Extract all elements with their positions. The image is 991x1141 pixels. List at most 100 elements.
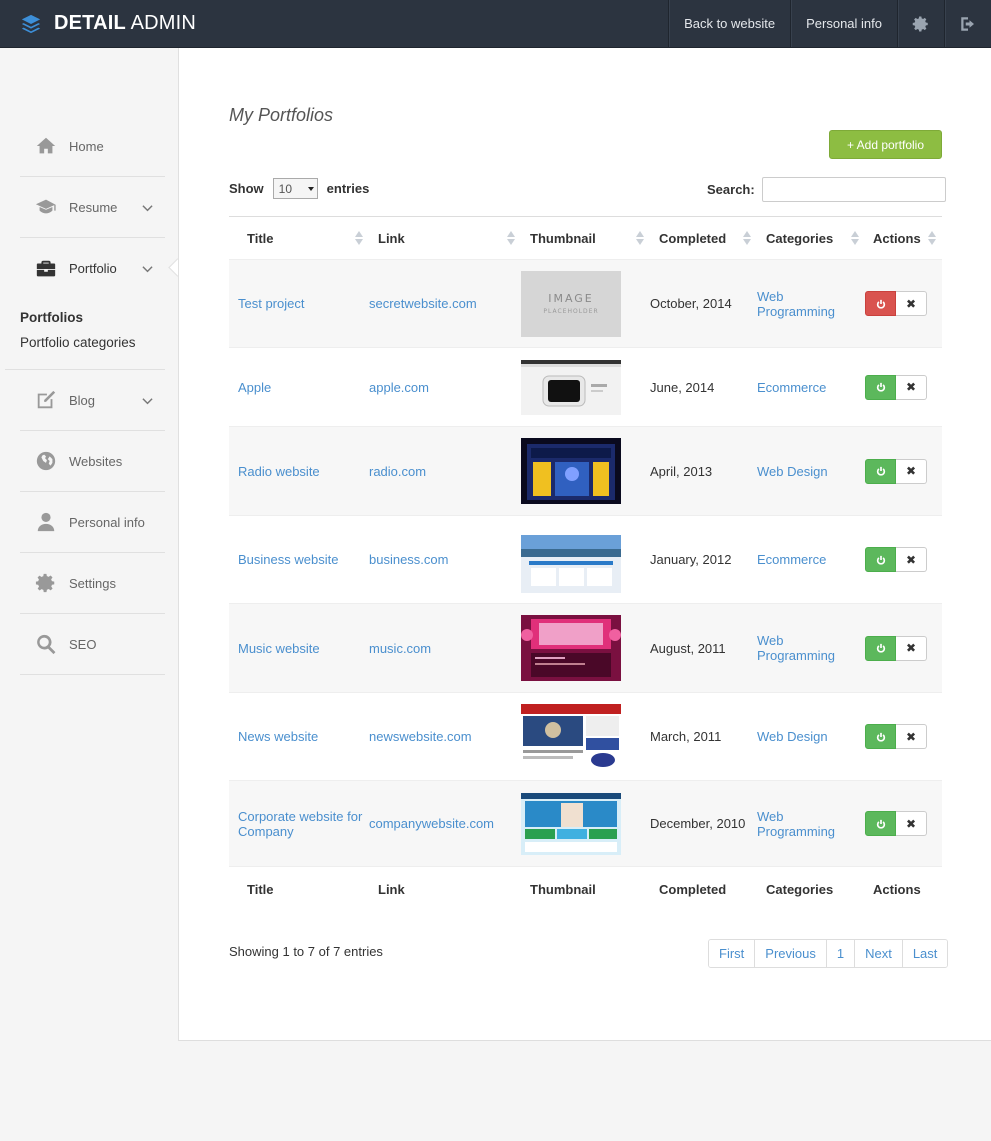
- gear-icon: [912, 16, 928, 31]
- column-header-thumbnail[interactable]: Thumbnail: [521, 216, 650, 260]
- row-category-link[interactable]: Web Programming: [757, 289, 835, 319]
- row-category-link[interactable]: Web Design: [757, 464, 828, 479]
- delete-button[interactable]: ✖: [896, 458, 927, 484]
- row-title-link[interactable]: Apple: [238, 380, 271, 395]
- row-actions: ✖: [865, 724, 942, 749]
- sidebar-item-settings[interactable]: Settings: [20, 553, 165, 614]
- row-title-link[interactable]: Business website: [238, 552, 338, 567]
- user-icon: [37, 512, 55, 532]
- sidebar-item-home[interactable]: Home: [20, 116, 165, 177]
- toggle-active-button[interactable]: [865, 547, 896, 572]
- settings-button[interactable]: [897, 0, 944, 47]
- row-website-link[interactable]: companywebsite.com: [369, 816, 494, 831]
- sidebar-item-label: SEO: [69, 636, 97, 652]
- toggle-active-button[interactable]: [865, 458, 896, 484]
- row-category-link[interactable]: Web Design: [757, 729, 828, 744]
- back-to-website-link[interactable]: Back to website: [668, 0, 790, 47]
- pagination-previous[interactable]: Previous: [754, 940, 826, 967]
- column-header-link[interactable]: Link: [369, 216, 521, 260]
- toggle-active-button[interactable]: [865, 811, 896, 836]
- row-title-link[interactable]: Test project: [238, 296, 304, 311]
- power-icon: [876, 299, 885, 309]
- delete-button[interactable]: ✖: [896, 291, 927, 316]
- table-search: Search:: [707, 177, 946, 202]
- row-category-link[interactable]: Ecommerce: [757, 552, 826, 567]
- chevron-down-icon: [142, 202, 153, 212]
- row-title-link[interactable]: Radio website: [238, 464, 320, 479]
- subnav-portfolio-categories[interactable]: Portfolio categories: [5, 330, 165, 355]
- table-row: Test project secretwebsite.com IMAGE PLA…: [229, 259, 942, 348]
- row-actions: ✖: [865, 811, 942, 836]
- chevron-down-icon: [142, 395, 153, 405]
- table-row: Corporate website for Company companyweb…: [229, 780, 942, 867]
- layers-icon: [21, 14, 41, 33]
- briefcase-icon: [36, 260, 56, 276]
- pagination-last[interactable]: Last: [901, 940, 948, 967]
- sign-out-icon: [961, 16, 974, 31]
- power-icon: [876, 555, 885, 565]
- delete-button[interactable]: ✖: [896, 724, 927, 749]
- power-icon: [876, 732, 885, 742]
- delete-button[interactable]: ✖: [896, 635, 927, 661]
- logout-button[interactable]: [944, 0, 991, 47]
- sort-icon: [743, 231, 751, 246]
- delete-button[interactable]: ✖: [896, 547, 927, 572]
- row-website-link[interactable]: music.com: [369, 641, 431, 656]
- toggle-active-button[interactable]: [865, 374, 896, 400]
- sidebar-item-portfolio[interactable]: Portfolio: [20, 238, 165, 299]
- row-website-link[interactable]: apple.com: [369, 380, 429, 395]
- table-row: Radio website radio.com April, 2013 Web …: [229, 426, 942, 516]
- row-title-link[interactable]: Corporate website for Company: [238, 809, 362, 839]
- pagination-first[interactable]: First: [709, 940, 755, 967]
- brand[interactable]: DETAIL ADMIN: [0, 0, 668, 47]
- entries-label: entries: [326, 181, 370, 196]
- sidebar-item-blog[interactable]: Blog: [20, 370, 165, 431]
- row-category-link[interactable]: Web Programming: [757, 633, 835, 663]
- edit-icon: [37, 390, 56, 409]
- column-header-categories[interactable]: Categories: [757, 216, 865, 260]
- row-title-link[interactable]: News website: [238, 729, 318, 744]
- row-website-link[interactable]: secretwebsite.com: [369, 296, 477, 311]
- graduation-cap-icon: [35, 199, 56, 214]
- table-footer-row: Title Link Thumbnail Completed Categorie…: [229, 867, 942, 913]
- column-header-actions[interactable]: Actions: [865, 216, 942, 260]
- footer-column-completed: Completed: [659, 882, 727, 898]
- brand-name: DETAIL ADMIN: [54, 12, 197, 34]
- power-icon: [876, 643, 885, 653]
- pagination-page-1[interactable]: 1: [825, 940, 855, 967]
- row-title-link[interactable]: Music website: [238, 641, 320, 656]
- search-input[interactable]: [761, 177, 946, 202]
- page-length-select[interactable]: 10: [272, 178, 318, 199]
- sidebar-item-websites[interactable]: Websites: [20, 431, 165, 492]
- show-label: Show: [229, 181, 264, 196]
- row-completed: December, 2010: [650, 780, 757, 867]
- toggle-active-button[interactable]: [865, 291, 896, 316]
- add-portfolio-button[interactable]: + Add portfolio: [829, 130, 942, 159]
- sort-icon: [636, 231, 644, 246]
- column-header-title[interactable]: Title: [229, 216, 369, 260]
- sidebar-item-resume[interactable]: Resume: [20, 177, 165, 238]
- search-icon: [37, 634, 56, 655]
- sort-icon: [928, 231, 936, 246]
- sidebar-item-seo[interactable]: SEO: [20, 614, 165, 675]
- search-label: Search:: [707, 182, 755, 197]
- toggle-active-button[interactable]: [865, 724, 896, 749]
- thumbnail-image-news: [521, 703, 621, 770]
- personal-info-link[interactable]: Personal info: [790, 0, 897, 47]
- row-website-link[interactable]: newswebsite.com: [369, 729, 472, 744]
- footer-column-categories: Categories: [766, 882, 834, 898]
- portfolio-table: Title Link Thumbnail Completed Categorie…: [229, 216, 942, 913]
- delete-button[interactable]: ✖: [896, 374, 927, 400]
- row-website-link[interactable]: business.com: [369, 552, 448, 567]
- row-actions: ✖: [865, 547, 942, 572]
- delete-button[interactable]: ✖: [896, 811, 927, 836]
- row-category-link[interactable]: Ecommerce: [757, 380, 826, 395]
- sidebar: Home Resume Portfolio Portfolios Portfol…: [0, 48, 178, 1041]
- column-header-completed[interactable]: Completed: [650, 216, 757, 260]
- toggle-active-button[interactable]: [865, 635, 896, 661]
- row-category-link[interactable]: Web Programming: [757, 809, 835, 839]
- sidebar-item-personal-info[interactable]: Personal info: [20, 492, 165, 553]
- subnav-portfolios[interactable]: Portfolios: [5, 305, 165, 330]
- row-website-link[interactable]: radio.com: [369, 464, 426, 479]
- pagination-next[interactable]: Next: [854, 940, 902, 967]
